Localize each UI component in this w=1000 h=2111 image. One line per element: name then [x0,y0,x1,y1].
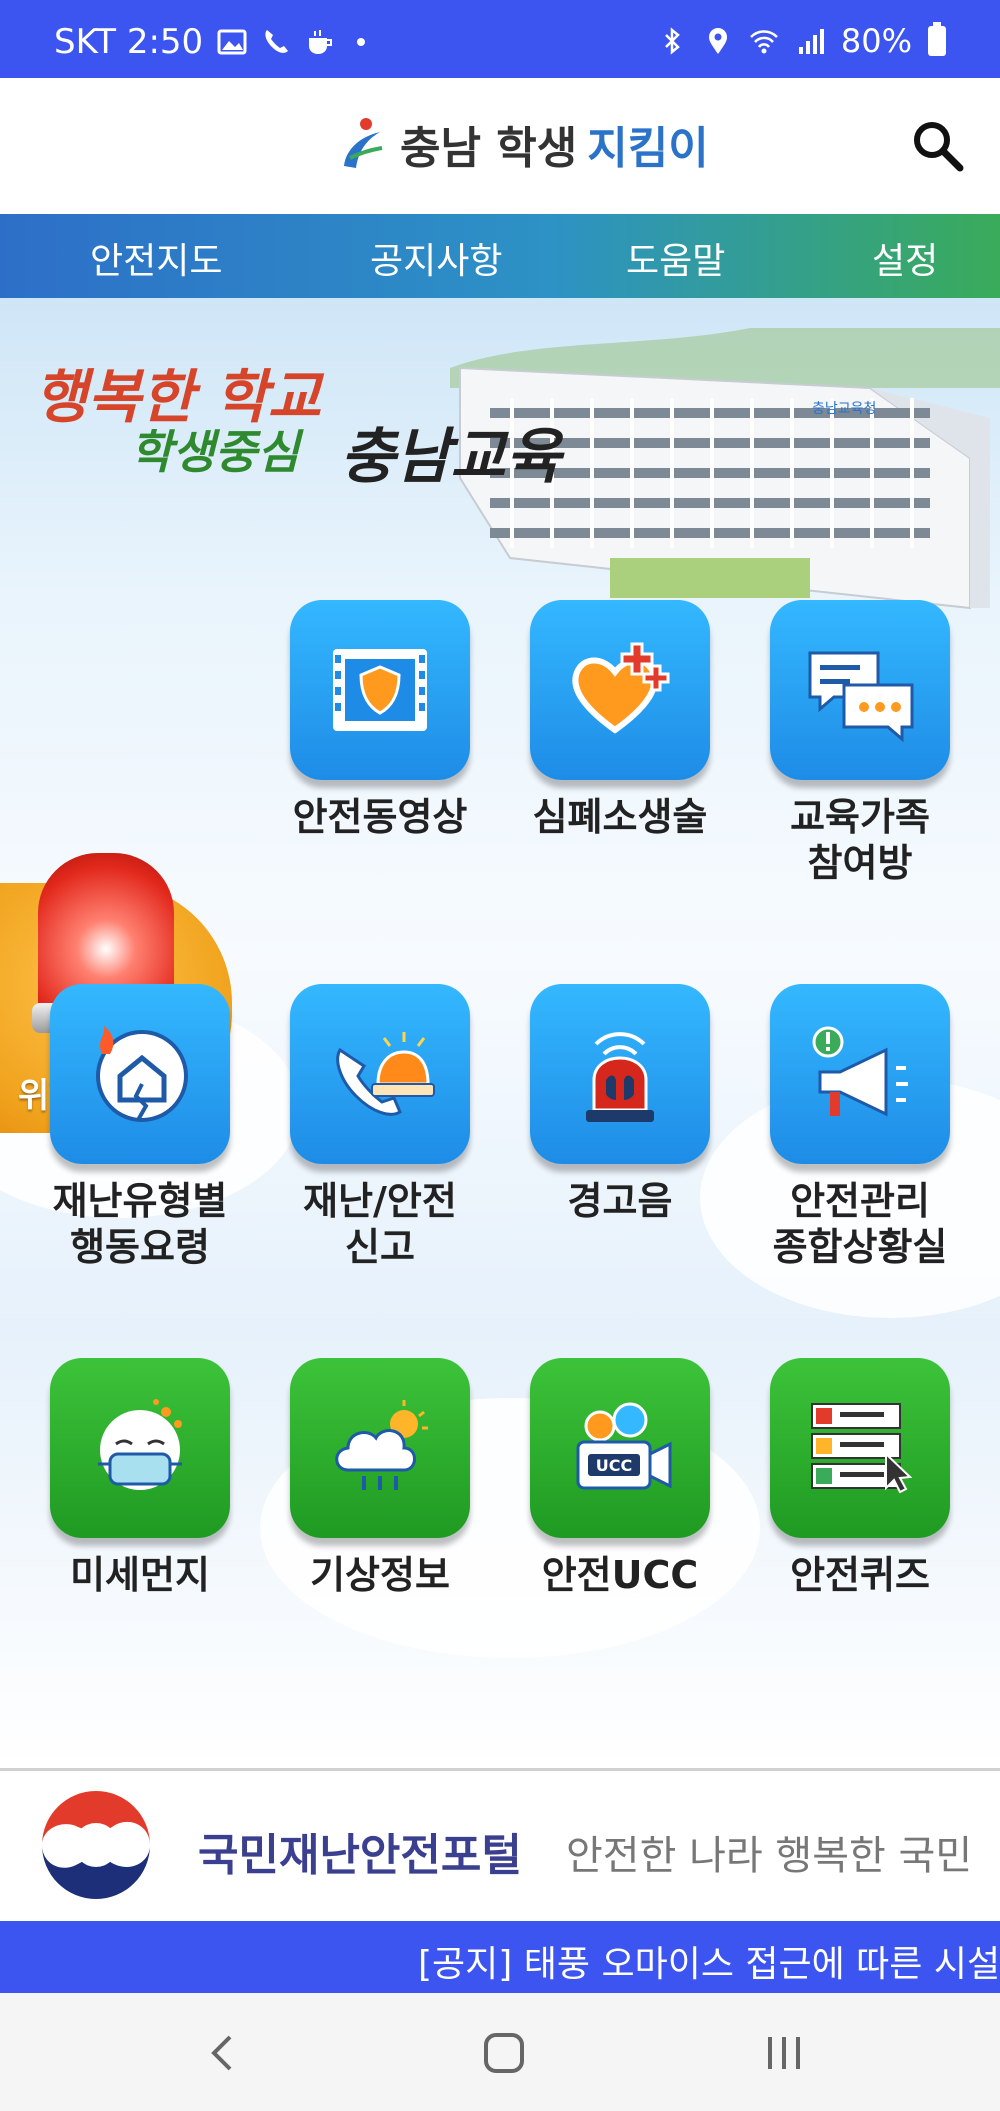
heart-plus-icon [572,642,670,734]
government-emblem-icon [42,1791,150,1899]
nav-item-safety-map[interactable]: 안전지도 [90,232,222,284]
notice-ticker[interactable]: [공지] 태풍 오마이스 접근에 따른 시설 [0,1921,1000,1993]
signal-icon [798,29,824,54]
home-icon[interactable] [474,2023,534,2083]
tile-button[interactable] [50,1358,230,1538]
tile-label: 기상정보 [310,1553,450,1597]
ucc-camera-icon: UCC [576,1402,672,1490]
tile-button[interactable] [530,984,710,1164]
tile-disaster-report[interactable]: 재난/안전 신고 [260,984,500,1270]
tile-weather[interactable]: 기상정보 [260,1358,500,1598]
film-shield-icon [333,649,427,731]
status-left: SKT 2:50 [54,22,379,62]
tile-label: 안전UCC [541,1553,699,1597]
weather-cloud-icon [335,1400,428,1490]
tile-label: 심폐소생술 [532,795,708,839]
bluetooth-icon [664,27,680,55]
search-icon[interactable] [906,114,970,178]
nav-item-notices[interactable]: 공지사항 [370,232,502,284]
disaster-portal-banner[interactable]: 국민재난안전포털 안전한 나라 행복한 국민 [0,1771,1000,1921]
nav-item-help[interactable]: 도움말 [626,232,725,284]
earthquake-house-icon [96,1026,188,1122]
system-nav-bar [0,1993,1000,2111]
tile-label: 경고음 [567,1179,673,1223]
tile-disaster-guide[interactable]: 재난유형별 행동요령 [20,984,260,1270]
alarm-siren-icon [586,1032,654,1122]
dot-icon [357,38,366,46]
tile-safety-situation-room[interactable]: 안전관리 종합상황실 [740,984,980,1270]
title-part2: 지킴이 [587,123,709,174]
tile-button[interactable] [290,600,470,780]
tile-label: 안전퀴즈 [790,1553,930,1597]
notice-text: [공지] 태풍 오마이스 접근에 따른 시설 [418,1944,1000,1985]
logo-mark-icon [344,118,383,168]
battery-percent: 80% [840,22,912,60]
slogan-line2: 학생중심 [130,425,300,479]
tile-button[interactable] [770,984,950,1164]
portal-name: 국민재난안전포털 [198,1830,522,1881]
tile-warning-sound[interactable]: 경고음 [500,984,740,1224]
ucc-badge-text: UCC [596,1456,632,1475]
title-part1: 충남 학생 [400,123,578,174]
tile-fine-dust[interactable]: 미세먼지 [20,1358,260,1598]
recent-apps-icon[interactable] [754,2023,814,2083]
mask-face-icon [98,1399,182,1490]
main-banner: 충남교육청 행복한 학교 학생중심 충남교육 위험발생 알림 안전동영상 [0,298,1000,1768]
status-bar: SKT 2:50 80% [0,0,1000,78]
status-right: 80% [657,22,946,60]
chat-bubbles-icon [808,651,914,743]
battery-icon [928,22,946,56]
phone-siren-icon [336,1032,435,1116]
portal-motto: 안전한 나라 행복한 국민 [566,1833,973,1879]
app-logo[interactable]: 충남 학생 지킴이 [336,112,709,176]
tile-button[interactable] [770,600,950,780]
tile-safety-ucc[interactable]: UCC 안전UCC [500,1358,740,1598]
tile-label: 재난유형별 행동요령 [52,1179,228,1269]
building-sign: 충남교육청 [812,401,876,417]
wifi-icon [749,30,778,54]
nav-item-settings[interactable]: 설정 [872,232,938,284]
cup-icon [309,30,333,54]
main-nav: 안전지도 공지사항 도움말 설정 [0,214,1000,298]
image-icon [217,29,247,55]
tile-label: 재난/안전 신고 [303,1179,457,1269]
tile-button[interactable] [290,984,470,1164]
tile-label: 교육가족 참여방 [790,795,930,885]
app-header: 충남 학생 지킴이 [0,78,1000,214]
tile-safety-video[interactable]: 안전동영상 [260,600,500,840]
back-icon[interactable] [194,2023,254,2083]
tile-safety-quiz[interactable]: 안전퀴즈 [740,1358,980,1598]
tile-family-room[interactable]: 교육가족 참여방 [740,600,980,886]
tile-button[interactable] [530,600,710,780]
megaphone-icon [812,1026,908,1117]
tile-button[interactable] [290,1358,470,1538]
location-icon [708,28,727,54]
tile-button[interactable] [50,984,230,1164]
tile-button[interactable]: UCC [530,1358,710,1538]
tile-label: 미세먼지 [70,1553,210,1597]
quiz-checklist-icon [811,1403,913,1494]
carrier-time: SKT 2:50 [54,22,204,62]
tile-button[interactable] [770,1358,950,1538]
tile-label: 안전관리 종합상황실 [772,1179,948,1269]
tile-cpr[interactable]: 심폐소생술 [500,600,740,840]
slogan-line3: 충남교육 [340,422,561,492]
phone-icon [265,30,289,53]
tile-label: 안전동영상 [292,795,468,839]
